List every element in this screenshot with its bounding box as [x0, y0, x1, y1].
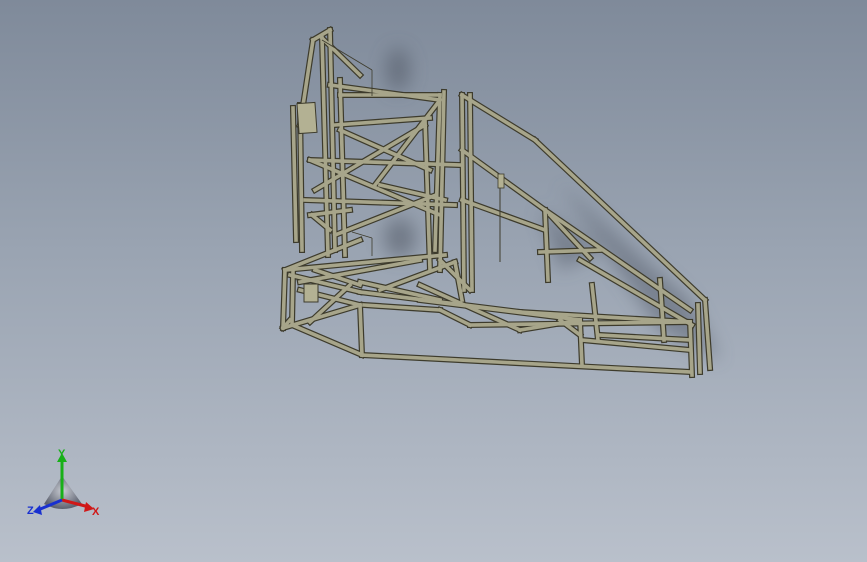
- frame-tube-face-40: [696, 303, 702, 374]
- y-axis-label: Y: [58, 448, 66, 460]
- frame-tube-face-51: [578, 318, 584, 367]
- frame-tube-face-36: [538, 248, 602, 254]
- frame-tube-face-43: [290, 270, 295, 327]
- frame-tube-face-3: [328, 28, 337, 252]
- frame-tube-face-45: [358, 303, 364, 357]
- graphics-viewport[interactable]: Y X Z: [0, 0, 867, 562]
- x-axis-label: X: [92, 506, 100, 518]
- reference-triad: Y X Z: [27, 448, 100, 518]
- frame-tube-face-5: [338, 78, 347, 257]
- frame-model[interactable]: [0, 0, 867, 562]
- frame-tube-face-46: [360, 353, 692, 374]
- frame-tube-face-39: [703, 298, 712, 370]
- z-axis-arrowhead: [33, 505, 42, 515]
- z-axis-label: Z: [27, 505, 34, 517]
- frame-tube-face-69: [289, 322, 365, 358]
- frame-tube-face-48: [437, 307, 473, 328]
- frame-tube-face-42: [281, 268, 287, 330]
- frame-tube-face-47: [362, 303, 442, 312]
- frame-tube-highlights: [280, 27, 712, 377]
- frame-tube-face-29: [468, 93, 474, 292]
- frame-tube-face-28: [460, 93, 466, 292]
